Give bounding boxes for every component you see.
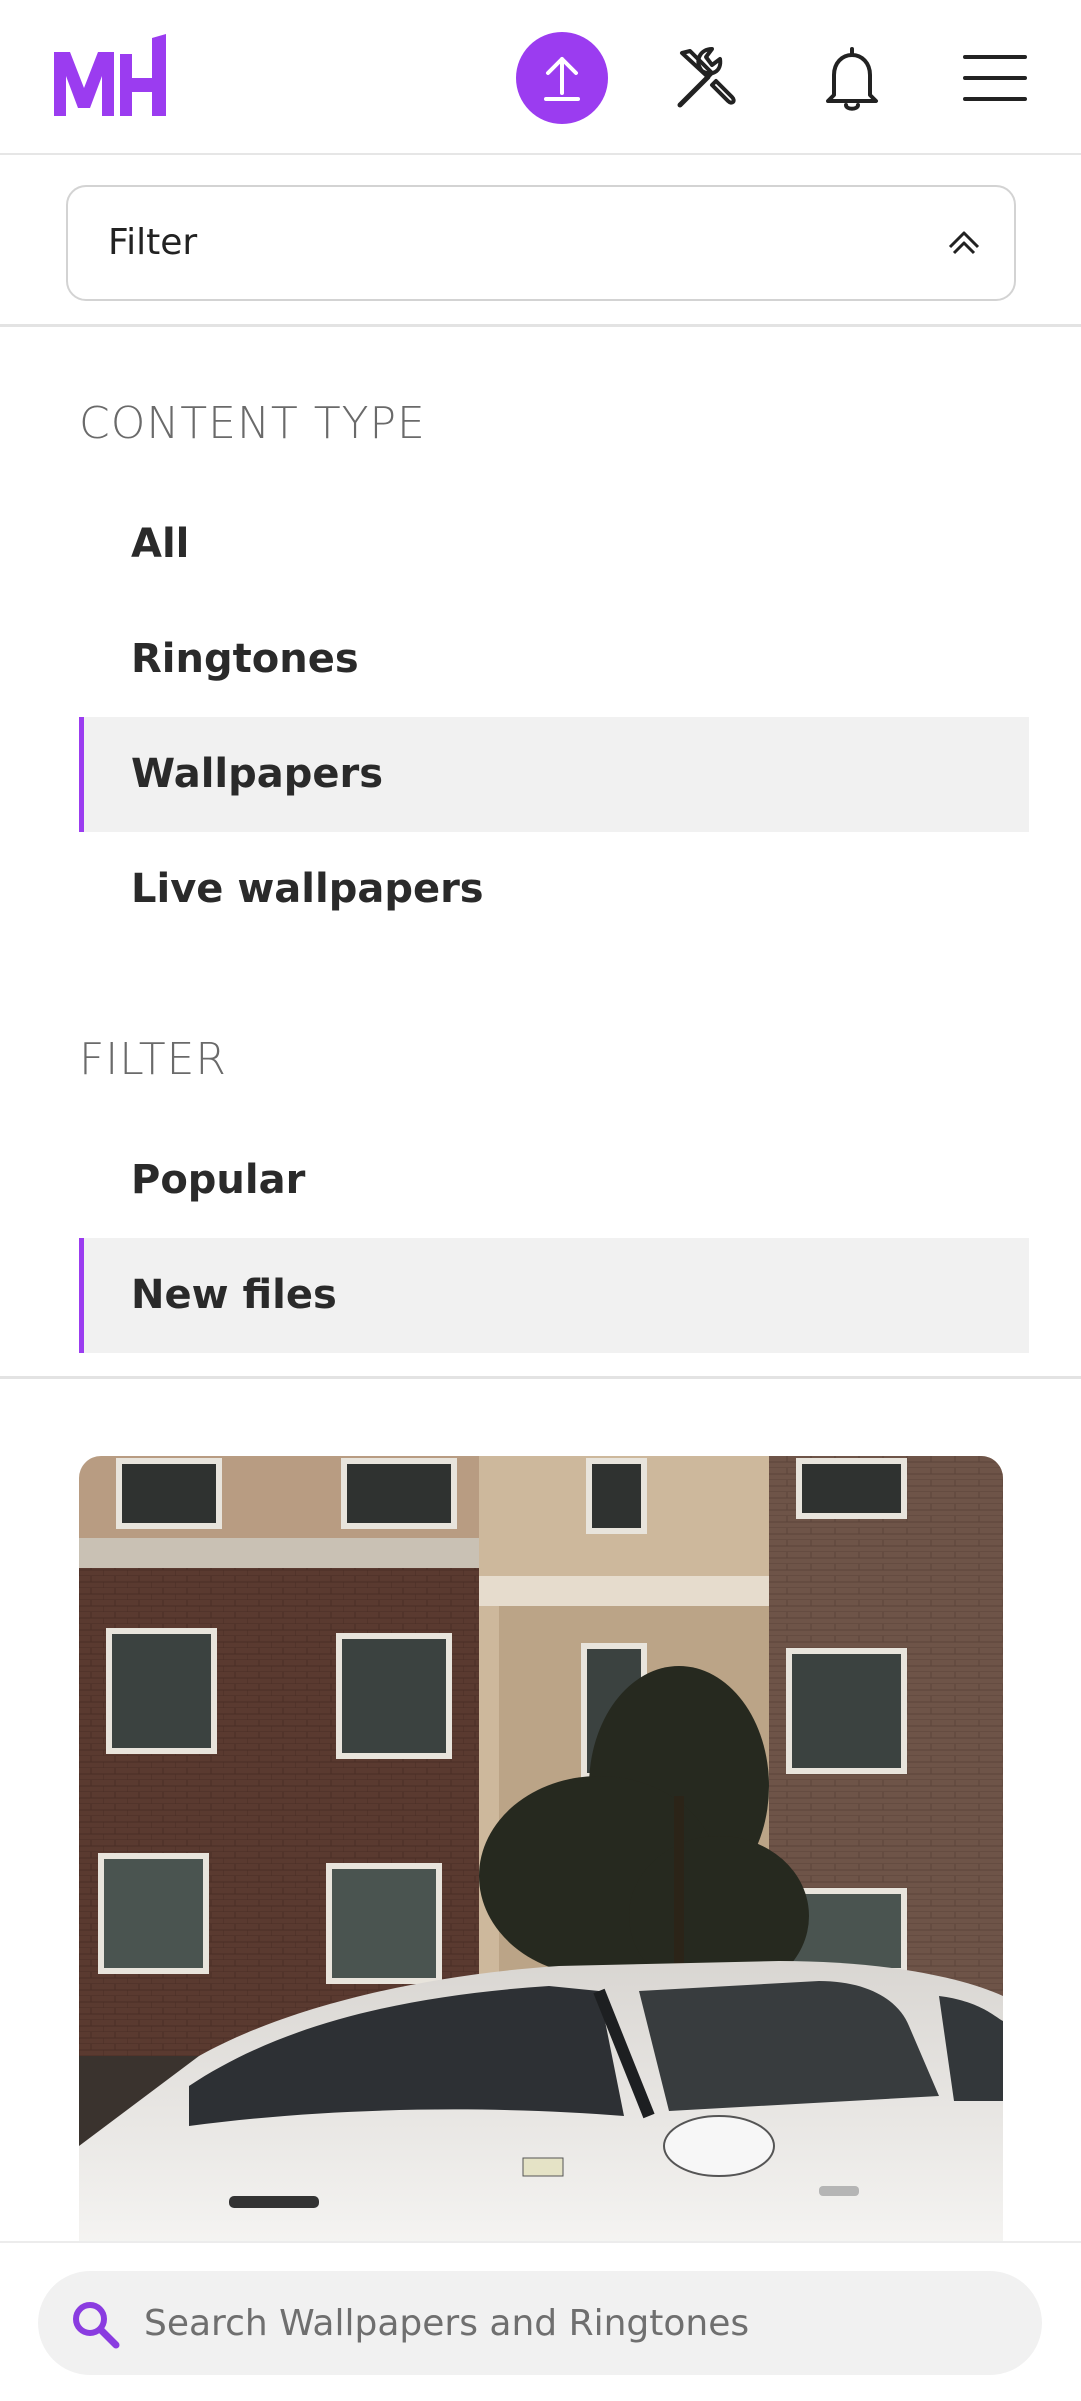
search-input[interactable]	[144, 2271, 1004, 2375]
tools-icon	[677, 47, 736, 108]
content-type-option-live-wallpapers[interactable]: Live wallpapers	[79, 832, 1029, 947]
wallpaper-thumbnail	[79, 1456, 1003, 2246]
content-type-option-wallpapers[interactable]: Wallpapers	[79, 717, 1029, 832]
chevron-up-icon	[948, 231, 980, 255]
wallpaper-card[interactable]	[79, 1456, 1003, 2246]
content-type-heading: CONTENT TYPE	[79, 398, 426, 449]
tools-button[interactable]	[667, 38, 747, 118]
filter-toggle[interactable]: Filter	[66, 185, 1016, 301]
bell-icon	[826, 47, 878, 111]
hamburger-menu-icon	[963, 55, 1027, 101]
filter-heading: FILTER	[79, 1034, 227, 1085]
search-icon	[73, 2302, 120, 2349]
filter-toggle-label: Filter	[108, 222, 198, 263]
filter-bar: Filter	[0, 155, 1081, 327]
notifications-button[interactable]	[812, 38, 892, 118]
upload-icon	[544, 57, 580, 101]
menu-button[interactable]	[955, 38, 1035, 118]
search-bar[interactable]	[38, 2271, 1042, 2375]
panel-divider	[0, 1376, 1081, 1379]
mh-logo[interactable]	[50, 32, 170, 122]
content-type-option-ringtones[interactable]: Ringtones	[79, 602, 1029, 717]
top-header	[0, 0, 1081, 155]
search-footer	[0, 2241, 1081, 2401]
filter-option-popular[interactable]: Popular	[79, 1123, 1029, 1238]
upload-button[interactable]	[516, 32, 608, 124]
filter-option-new-files[interactable]: New files	[79, 1238, 1029, 1353]
content-type-option-all[interactable]: All	[79, 487, 1029, 602]
